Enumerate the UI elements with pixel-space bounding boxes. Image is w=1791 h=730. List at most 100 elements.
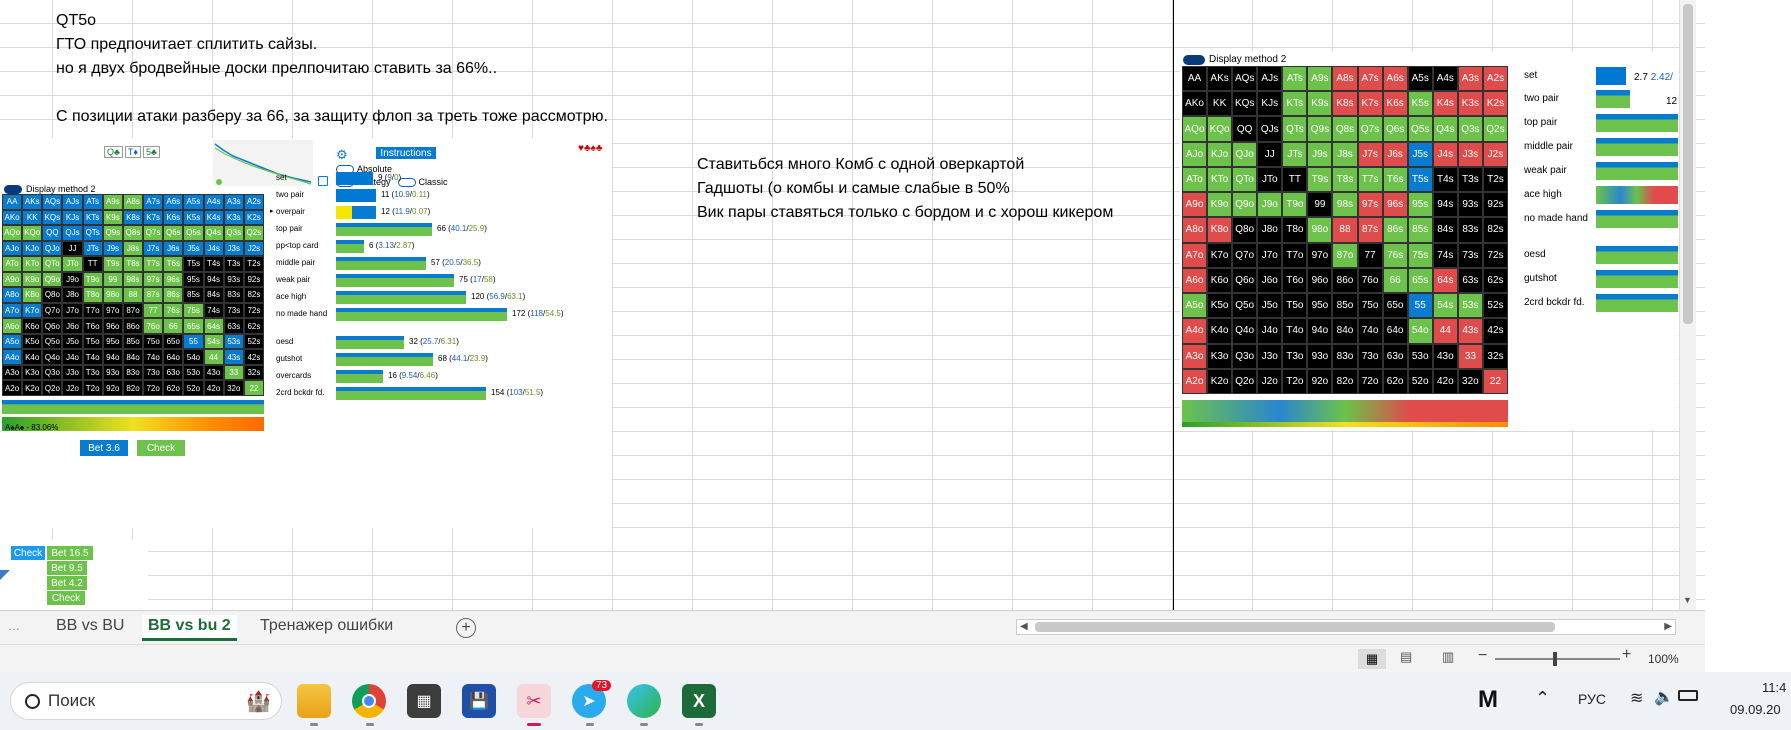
bet-button[interactable]: Bet 3.6 (80, 440, 128, 456)
category-label[interactable]: middle pair (1524, 141, 1573, 152)
hand-cell[interactable]: 98s (1332, 192, 1358, 218)
hand-cell[interactable]: Q3s (223, 225, 244, 241)
suit-selector[interactable]: ♥♣♠♣ (578, 143, 602, 154)
hand-cell[interactable]: K8s (122, 209, 144, 226)
hand-cell[interactable]: Q6s (1382, 116, 1408, 142)
hand-cell[interactable]: AKo (2, 209, 23, 226)
hand-cell[interactable]: AQo (1182, 116, 1208, 142)
hand-cell[interactable]: A5s (183, 194, 204, 210)
hand-cell[interactable]: 86s (163, 287, 184, 303)
hand-cell[interactable]: 65s (1407, 267, 1433, 294)
category-label[interactable]: top pair (1524, 117, 1557, 128)
hand-cell[interactable]: J8s (1332, 141, 1358, 167)
hand-cell[interactable]: 94o (1307, 318, 1333, 344)
hand-cell[interactable]: Q3o (42, 364, 63, 381)
hand-cell[interactable]: J2s (1482, 141, 1508, 167)
hand-cell[interactable]: Q7s (1357, 116, 1383, 142)
hand-cell[interactable]: 65s (183, 318, 204, 334)
hand-cell[interactable]: 32s (1482, 343, 1508, 369)
hand-cell[interactable]: K2s (1482, 91, 1508, 117)
hand-cell[interactable]: 85o (122, 333, 144, 350)
cell-line-3[interactable]: С позиции атаки разберу за 66, за защиту… (56, 108, 608, 126)
hand-cell[interactable]: T4o (82, 349, 103, 365)
check-button[interactable]: Check (137, 440, 185, 456)
category-label[interactable]: overpair (276, 207, 305, 216)
hand-cell[interactable]: 22 (243, 380, 264, 396)
hand-cell[interactable]: 93s (1457, 192, 1483, 218)
category-label[interactable]: gutshot (1524, 273, 1557, 284)
hand-cell[interactable]: K4o (1207, 318, 1233, 344)
hand-cell[interactable]: T8o (82, 287, 103, 303)
hand-cell[interactable]: A3s (1457, 66, 1483, 92)
hand-cell[interactable]: K3s (223, 209, 244, 226)
hand-cell[interactable]: T5o (1282, 293, 1308, 319)
battery-icon[interactable] (1678, 690, 1698, 701)
hand-cell[interactable]: QTo (1232, 166, 1258, 193)
hand-cell[interactable]: KTs (1282, 91, 1308, 117)
hand-cell[interactable]: 93o (102, 364, 123, 381)
chrome-icon[interactable] (352, 684, 386, 718)
hand-cell[interactable]: J5o (62, 333, 83, 350)
hand-cell[interactable]: AA (2, 194, 23, 210)
hand-cell[interactable]: QTo (42, 256, 63, 272)
tab-trainer-errors[interactable]: Тренажер ошибки (254, 615, 399, 641)
hand-cell[interactable]: 73s (1457, 242, 1483, 268)
hand-cell[interactable]: Q7s (143, 225, 164, 241)
hand-cell[interactable]: Q6s (163, 225, 184, 241)
hand-cell[interactable]: J5o (1257, 293, 1283, 319)
category-label[interactable]: gutshot (276, 354, 302, 363)
hand-cell[interactable]: A5o (2, 333, 23, 350)
hand-cell[interactable]: J3o (62, 364, 83, 381)
hand-cell[interactable]: A7s (143, 194, 164, 210)
hand-cell[interactable]: J9o (62, 271, 83, 288)
hand-cell[interactable]: K2s (243, 209, 264, 226)
scroll-thumb[interactable] (1683, 4, 1693, 324)
hand-cell[interactable]: A7s (1357, 66, 1383, 92)
zoom-in-icon[interactable]: + (1622, 646, 1631, 664)
hand-cell[interactable]: K9o (22, 271, 43, 288)
category-label[interactable]: ace high (276, 292, 306, 301)
hand-cell[interactable]: AQs (1232, 66, 1258, 92)
hand-cell[interactable]: 52o (1407, 368, 1433, 394)
hand-cell[interactable]: J7o (62, 302, 83, 319)
scroll-left-icon[interactable]: ◀ (1020, 621, 1028, 632)
hand-cell[interactable]: 92o (1307, 368, 1333, 394)
hand-cell[interactable]: 88 (122, 287, 144, 303)
external-link-icon[interactable] (318, 176, 328, 186)
hand-cell[interactable]: KJo (1207, 141, 1233, 167)
small-check-button-2[interactable]: Check (47, 591, 85, 605)
hand-cell[interactable]: Q2s (243, 225, 264, 241)
hand-cell[interactable]: 54o (183, 349, 204, 365)
hand-cell[interactable]: 32o (1457, 368, 1483, 394)
hand-cell[interactable]: 94o (102, 349, 123, 365)
hand-cell[interactable]: K9o (1207, 192, 1233, 218)
hand-cell[interactable]: 82o (1332, 368, 1358, 394)
hand-cell[interactable]: KK (1207, 91, 1233, 117)
hand-cell[interactable]: AJs (1257, 66, 1283, 92)
hand-cell[interactable]: 88 (1332, 217, 1358, 243)
hand-cell[interactable]: 64o (1382, 318, 1408, 344)
hand-cell[interactable]: A6s (163, 194, 184, 210)
hand-cell[interactable]: 87s (143, 287, 164, 303)
hand-cell[interactable]: Q8o (42, 287, 63, 303)
hand-cell[interactable]: 83s (223, 287, 244, 303)
hand-cell[interactable]: J8o (1257, 217, 1283, 243)
hand-cell[interactable]: AJo (1182, 141, 1208, 167)
hand-cell[interactable]: QJo (42, 240, 63, 257)
hand-cell[interactable]: A3o (1182, 343, 1208, 369)
taskbar-search-box[interactable]: Поиск 🏰 (10, 682, 282, 720)
hand-cell[interactable]: J2o (1257, 368, 1283, 394)
hand-cell[interactable]: 76s (163, 302, 184, 319)
hand-cell[interactable]: QTs (82, 225, 103, 241)
hand-cell[interactable]: TT (1282, 166, 1308, 193)
language-indicator[interactable]: РУС (1578, 691, 1606, 707)
hand-cell[interactable]: 86o (122, 318, 144, 334)
right-hand-matrix[interactable]: AA AKs AQs AJs ATs A9s A8s A7s A6s A5s A4s A3s A2s AK… (1182, 66, 1508, 394)
hand-cell[interactable]: 99 (102, 271, 123, 288)
hand-cell[interactable]: J4s (203, 240, 224, 257)
hand-cell[interactable]: Q4s (1432, 116, 1458, 142)
hand-cell[interactable]: 96o (1307, 267, 1333, 294)
hand-cell[interactable]: 43s (1457, 318, 1483, 344)
hand-cell[interactable]: 43o (203, 364, 224, 381)
snipping-tool-icon[interactable]: ✂ (517, 684, 551, 718)
